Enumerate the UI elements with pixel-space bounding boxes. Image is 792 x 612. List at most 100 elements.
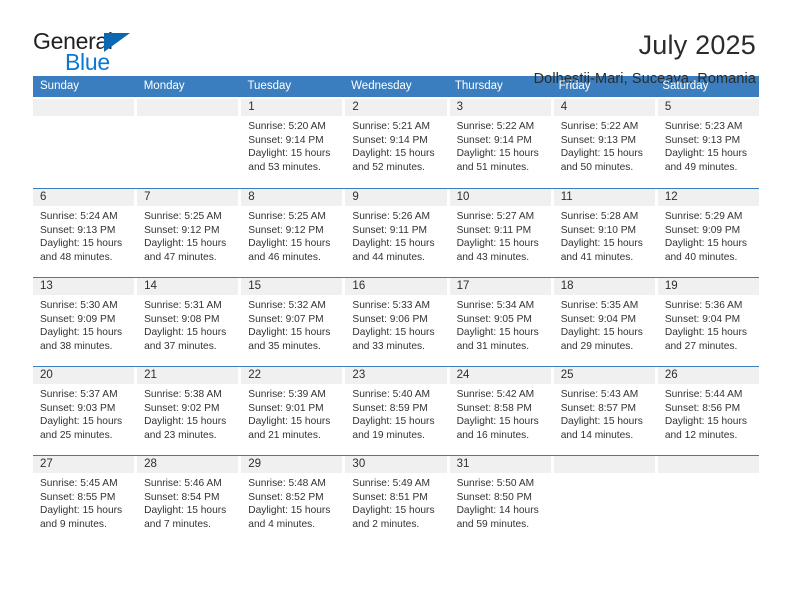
- calendar-day-cell[interactable]: 11 Sunrise: 5:28 AM Sunset: 9:10 PM Dayligh…: [553, 189, 655, 277]
- day-number: 3: [456, 101, 463, 113]
- day-details: Sunrise: 5:50 AM Sunset: 8:50 PM Daylight:…: [450, 473, 551, 531]
- sunrise-text: Sunrise: 5:33 AM: [352, 300, 431, 311]
- daylight-text-line2: and 43 minutes.: [456, 251, 530, 263]
- calendar-day-cell[interactable]: 14 Sunrise: 5:31 AM Sunset: 9:08 PM Dayligh…: [137, 278, 239, 366]
- calendar-day-cell[interactable]: 3 Sunrise: 5:22 AM Sunset: 9:14 PM Daylight…: [449, 99, 551, 188]
- sunset-text: Sunset: 9:12 PM: [144, 224, 220, 236]
- calendar-day-cell[interactable]: 5 Sunrise: 5:23 AM Sunset: 9:13 PM Daylight…: [657, 99, 759, 188]
- calendar-day-cell[interactable]: 26 Sunrise: 5:44 AM Sunset: 8:56 PM Dayligh…: [657, 367, 759, 455]
- calendar-day-cell[interactable]: 21 Sunrise: 5:38 AM Sunset: 9:02 PM Dayligh…: [137, 367, 239, 455]
- sunset-text: Sunset: 9:04 PM: [664, 313, 741, 325]
- sunset-text: Sunset: 9:11 PM: [456, 224, 532, 236]
- daylight-text-line1: Daylight: 15 hours: [248, 148, 331, 160]
- day-details: Sunrise: 5:27 AM Sunset: 9:11 PM Daylight:…: [450, 206, 551, 264]
- daylight-text-line2: and 44 minutes.: [352, 251, 425, 263]
- sunrise-text: Sunrise: 5:48 AM: [248, 478, 326, 489]
- weekday-header-thursday: Thursday: [454, 80, 503, 92]
- calendar-day-cell[interactable]: 27 Sunrise: 5:45 AM Sunset: 8:55 PM Dayligh…: [33, 456, 135, 544]
- calendar-day-cell[interactable]: 9 Sunrise: 5:26 AM Sunset: 9:11 PM Daylight…: [345, 189, 447, 277]
- day-number: 10: [456, 191, 470, 203]
- day-number-band: 14: [137, 278, 239, 295]
- calendar-day-cell[interactable]: 17 Sunrise: 5:34 AM Sunset: 9:05 PM Dayligh…: [449, 278, 551, 366]
- calendar-day-cell[interactable]: 30 Sunrise: 5:49 AM Sunset: 8:51 PM Dayligh…: [345, 456, 447, 544]
- day-number: 22: [248, 369, 262, 381]
- sunrise-text: Sunrise: 5:26 AM: [352, 211, 431, 222]
- calendar-day-cell[interactable]: 7 Sunrise: 5:25 AM Sunset: 9:12 PM Daylight…: [137, 189, 239, 277]
- sunset-text: Sunset: 9:04 PM: [560, 313, 637, 325]
- calendar-day-cell[interactable]: 28 Sunrise: 5:46 AM Sunset: 8:54 PM Dayligh…: [137, 456, 239, 544]
- calendar-week-row: 27 Sunrise: 5:45 AM Sunset: 8:55 PM Dayligh…: [33, 455, 759, 544]
- daylight-text-line2: and 33 minutes.: [352, 340, 425, 352]
- sunrise-text: Sunrise: 5:24 AM: [40, 211, 118, 222]
- day-number: 8: [248, 191, 255, 203]
- sunrise-text: Sunrise: 5:35 AM: [560, 300, 639, 311]
- day-number: 11: [560, 191, 573, 203]
- sunrise-text: Sunrise: 5:29 AM: [664, 211, 743, 222]
- day-details: Sunrise: 5:21 AM Sunset: 9:14 PM Daylight:…: [345, 116, 446, 174]
- daylight-text-line1: Daylight: 15 hours: [560, 238, 643, 250]
- sunset-text: Sunset: 9:07 PM: [248, 313, 324, 325]
- calendar-day-cell[interactable]: 20 Sunrise: 5:37 AM Sunset: 9:03 PM Dayligh…: [33, 367, 135, 455]
- sunrise-text: Sunrise: 5:42 AM: [456, 389, 535, 400]
- daylight-text-line2: and 40 minutes.: [664, 251, 738, 263]
- daylight-text-line1: Daylight: 15 hours: [248, 416, 331, 428]
- calendar-day-cell[interactable]: 13 Sunrise: 5:30 AM Sunset: 9:09 PM Dayligh…: [33, 278, 135, 366]
- daylight-text-line2: and 41 minutes.: [560, 251, 634, 263]
- calendar-day-cell[interactable]: 19 Sunrise: 5:36 AM Sunset: 9:04 PM Dayligh…: [657, 278, 759, 366]
- day-number: 16: [352, 280, 366, 292]
- calendar-day-cell[interactable]: 10 Sunrise: 5:27 AM Sunset: 9:11 PM Dayligh…: [449, 189, 551, 277]
- day-number-band: 24: [449, 367, 551, 384]
- calendar-day-cell[interactable]: 8 Sunrise: 5:25 AM Sunset: 9:12 PM Daylight…: [241, 189, 343, 277]
- day-details: Sunrise: 5:25 AM Sunset: 9:12 PM Daylight:…: [241, 206, 342, 264]
- calendar-day-cell-empty: [657, 456, 759, 544]
- logo-text-blue: Blue: [65, 49, 110, 75]
- day-number: 17: [456, 280, 470, 292]
- calendar-day-cell[interactable]: 1 Sunrise: 5:20 AM Sunset: 9:14 PM Daylight…: [241, 99, 343, 188]
- sunrise-text: Sunrise: 5:23 AM: [664, 121, 743, 132]
- daylight-text-line2: and 25 minutes.: [40, 429, 113, 441]
- daylight-text-line1: Daylight: 14 hours: [456, 505, 539, 517]
- sunrise-text: Sunrise: 5:44 AM: [664, 389, 743, 400]
- page-header: General Blue July 2025 Dolhestii-Mari, S…: [0, 0, 792, 87]
- day-details: Sunrise: 5:32 AM Sunset: 9:07 PM Daylight:…: [241, 295, 342, 353]
- day-details: Sunrise: 5:20 AM Sunset: 9:14 PM Daylight:…: [241, 116, 342, 174]
- sunset-text: Sunset: 8:55 PM: [40, 491, 116, 503]
- day-number-band: 31: [449, 456, 551, 473]
- calendar-day-cell[interactable]: 4 Sunrise: 5:22 AM Sunset: 9:13 PM Daylight…: [553, 99, 655, 188]
- calendar-day-cell[interactable]: 23 Sunrise: 5:40 AM Sunset: 8:59 PM Dayligh…: [345, 367, 447, 455]
- day-details: [33, 116, 134, 120]
- sunrise-text: Sunrise: 5:37 AM: [40, 389, 118, 400]
- calendar-day-cell[interactable]: 6 Sunrise: 5:24 AM Sunset: 9:13 PM Daylight…: [33, 189, 135, 277]
- day-details: Sunrise: 5:22 AM Sunset: 9:13 PM Daylight:…: [554, 116, 655, 174]
- calendar-day-cell[interactable]: 31 Sunrise: 5:50 AM Sunset: 8:50 PM Dayligh…: [449, 456, 551, 544]
- daylight-text-line2: and 46 minutes.: [248, 251, 321, 263]
- weekday-header-saturday: Saturday: [662, 80, 709, 92]
- daylight-text-line2: and 2 minutes.: [352, 518, 420, 530]
- calendar-day-cell[interactable]: 22 Sunrise: 5:39 AM Sunset: 9:01 PM Dayligh…: [241, 367, 343, 455]
- day-number-band: 25: [553, 367, 655, 384]
- calendar-day-cell[interactable]: 18 Sunrise: 5:35 AM Sunset: 9:04 PM Dayligh…: [553, 278, 655, 366]
- calendar-day-cell[interactable]: 25 Sunrise: 5:43 AM Sunset: 8:57 PM Dayligh…: [553, 367, 655, 455]
- day-number: 1: [248, 101, 255, 113]
- calendar-day-cell[interactable]: 16 Sunrise: 5:33 AM Sunset: 9:06 PM Dayligh…: [345, 278, 447, 366]
- calendar-week-row: 1 Sunrise: 5:20 AM Sunset: 9:14 PM Daylight…: [33, 99, 759, 188]
- calendar-day-cell[interactable]: 29 Sunrise: 5:48 AM Sunset: 8:52 PM Dayligh…: [241, 456, 343, 544]
- daylight-text-line2: and 47 minutes.: [144, 251, 217, 263]
- daylight-text-line2: and 19 minutes.: [352, 429, 425, 441]
- calendar-week-row: 13 Sunrise: 5:30 AM Sunset: 9:09 PM Dayligh…: [33, 277, 759, 366]
- general-blue-logo: General Blue: [33, 28, 163, 80]
- calendar-day-cell[interactable]: 24 Sunrise: 5:42 AM Sunset: 8:58 PM Dayligh…: [449, 367, 551, 455]
- day-number: 20: [40, 369, 53, 381]
- daylight-text-line2: and 23 minutes.: [144, 429, 217, 441]
- calendar-day-cell[interactable]: 15 Sunrise: 5:32 AM Sunset: 9:07 PM Dayligh…: [241, 278, 343, 366]
- daylight-text-line2: and 27 minutes.: [664, 340, 738, 352]
- daylight-text-line1: Daylight: 15 hours: [560, 327, 643, 339]
- sunrise-text: Sunrise: 5:46 AM: [144, 478, 222, 489]
- day-details: Sunrise: 5:40 AM Sunset: 8:59 PM Daylight:…: [345, 384, 446, 442]
- day-details: Sunrise: 5:49 AM Sunset: 8:51 PM Daylight:…: [345, 473, 446, 531]
- weekday-header-wednesday: Wednesday: [351, 80, 412, 92]
- calendar-day-cell[interactable]: 2 Sunrise: 5:21 AM Sunset: 9:14 PM Daylight…: [345, 99, 447, 188]
- calendar-day-cell[interactable]: 12 Sunrise: 5:29 AM Sunset: 9:09 PM Dayligh…: [657, 189, 759, 277]
- day-details: Sunrise: 5:39 AM Sunset: 9:01 PM Daylight:…: [241, 384, 342, 442]
- day-details: Sunrise: 5:36 AM Sunset: 9:04 PM Daylight:…: [658, 295, 759, 353]
